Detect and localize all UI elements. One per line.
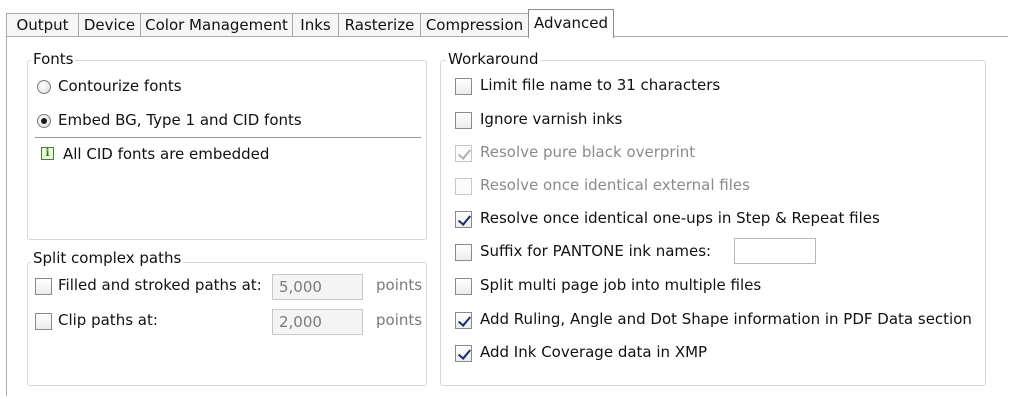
filled-stroked-label[interactable]: Filled and stroked paths at: xyxy=(58,276,262,294)
tab-rasterize[interactable]: Rasterize xyxy=(338,13,421,36)
pantone-suffix-checkbox[interactable] xyxy=(455,244,472,261)
tab-color-management[interactable]: Color Management xyxy=(140,13,293,36)
resolve-black-overprint-checkbox[interactable] xyxy=(455,145,472,162)
tab-inks[interactable]: Inks xyxy=(292,13,339,36)
split-paths-group-title: Split complex paths xyxy=(31,249,184,267)
tab-device[interactable]: Device xyxy=(78,13,141,36)
add-ruling-label[interactable]: Add Ruling, Angle and Dot Shape informat… xyxy=(480,310,972,328)
embed-fonts-label[interactable]: Embed BG, Type 1 and CID fonts xyxy=(58,111,302,129)
clip-paths-unit: points xyxy=(376,311,423,329)
add-ruling-checkbox[interactable] xyxy=(455,312,472,329)
checkmark-icon xyxy=(457,313,472,327)
limit-filename-label[interactable]: Limit file name to 31 characters xyxy=(480,76,720,94)
checkmark-icon xyxy=(457,146,472,160)
resolve-one-ups-label[interactable]: Resolve once identical one-ups in Step &… xyxy=(480,209,880,227)
split-multipage-label[interactable]: Split multi page job into multiple files xyxy=(480,276,761,294)
limit-filename-checkbox[interactable] xyxy=(455,78,472,95)
filled-stroked-points-input[interactable] xyxy=(272,274,363,300)
add-ink-coverage-checkbox[interactable] xyxy=(455,345,472,362)
filled-stroked-checkbox[interactable] xyxy=(35,278,52,295)
tab-output[interactable]: Output xyxy=(6,13,79,36)
clip-paths-points-input[interactable] xyxy=(272,309,363,335)
embed-fonts-radio[interactable] xyxy=(37,114,51,128)
resolve-external-files-label[interactable]: Resolve once identical external files xyxy=(480,176,750,194)
clip-paths-label[interactable]: Clip paths at: xyxy=(58,311,158,329)
fonts-separator xyxy=(35,137,421,138)
workaround-group-title: Workaround xyxy=(446,50,541,68)
filled-stroked-unit: points xyxy=(376,276,423,294)
ignore-varnish-label[interactable]: Ignore varnish inks xyxy=(480,110,622,128)
ignore-varnish-checkbox[interactable] xyxy=(455,112,472,129)
cid-fonts-info-text: All CID fonts are embedded xyxy=(63,145,270,163)
checkmark-icon xyxy=(457,346,472,360)
fonts-group-title: Fonts xyxy=(31,50,76,68)
tab-advanced[interactable]: Advanced xyxy=(528,9,614,38)
tab-compression[interactable]: Compression xyxy=(420,13,529,36)
contourize-fonts-radio[interactable] xyxy=(37,80,51,94)
resolve-one-ups-checkbox[interactable] xyxy=(455,211,472,228)
checkmark-icon xyxy=(457,212,472,226)
split-multipage-checkbox[interactable] xyxy=(455,278,472,295)
pantone-suffix-label[interactable]: Suffix for PANTONE ink names: xyxy=(480,242,711,260)
resolve-black-overprint-label[interactable]: Resolve pure black overprint xyxy=(480,143,695,161)
contourize-fonts-label[interactable]: Contourize fonts xyxy=(58,77,182,95)
resolve-external-files-checkbox[interactable] xyxy=(455,178,472,195)
clip-paths-checkbox[interactable] xyxy=(35,313,52,330)
info-icon: i xyxy=(41,147,54,160)
pantone-suffix-input[interactable] xyxy=(734,238,816,264)
add-ink-coverage-label[interactable]: Add Ink Coverage data in XMP xyxy=(480,343,707,361)
